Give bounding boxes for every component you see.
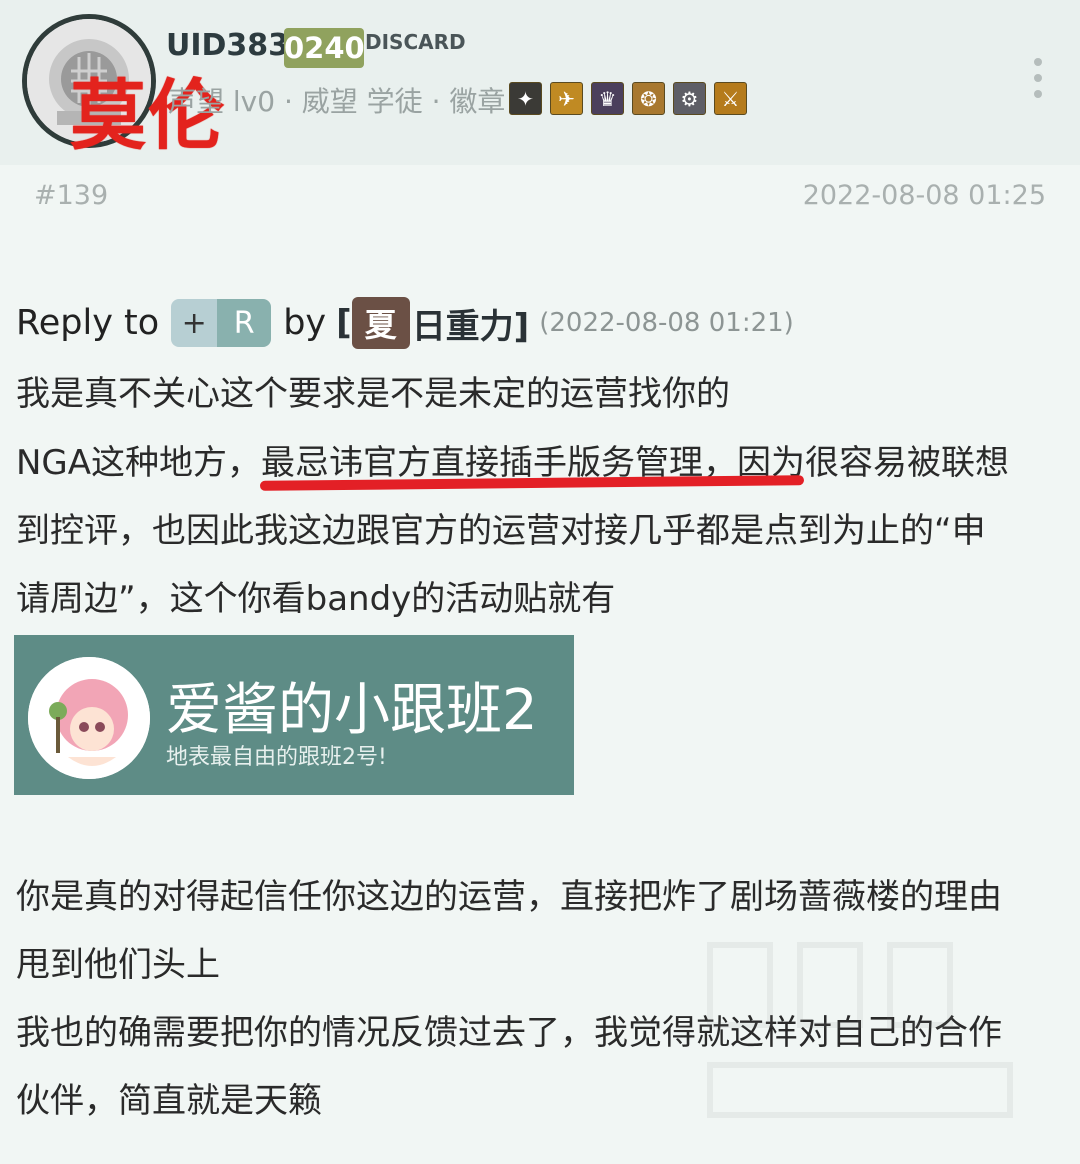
badge-icon-6[interactable]: ⚔ [714,82,747,115]
badge-icon-5[interactable]: ⚙ [673,82,706,115]
body-line-6: 甩到他们头上 [16,945,220,985]
banner-title: 爱酱的小跟班2 [166,678,538,743]
uid-suffix-badge: 0240 [284,28,365,68]
banner-subtitle: 地表最自由的跟班2号! [166,745,387,770]
anime-avatar-image [28,657,150,779]
badge-list: ✦ ✈ ♛ ❂ ⚙ ⚔ [509,82,747,115]
body-line-3: 到控评，也因此我这边跟官方的运营对接几乎都是点到为止的“申 [16,511,986,551]
body-line-1: 我是真不关心这个要求是不是未定的运营找你的 [16,374,730,414]
author-bracket: [ [336,303,352,343]
reply-by-word: by [283,303,327,343]
reply-quote-header: Reply to + R by [ 夏 日重力] (2022-08-08 01:… [16,297,794,349]
body-line-5: 你是真的对得起信任你这边的运营，直接把炸了剧场蔷薇楼的理由 [16,877,1002,917]
user-meta: 声望 lv0 · 威望 学徒 · 徽章 [168,85,506,118]
author-first-char: 夏 [351,297,410,349]
author-name-rest: 日重力] [411,306,530,347]
reply-pill-plus: + [171,299,218,347]
badge-icon-3[interactable]: ♛ [591,82,624,115]
body-line-8: 伙伴，简直就是天籁 [16,1081,322,1121]
badge-icon-4[interactable]: ❂ [632,82,665,115]
reply-author-link[interactable]: [ 夏 日重力] [336,297,529,349]
reply-target-pill[interactable]: + R [171,299,272,347]
user-tag: DISCARD [365,30,466,54]
badge-icon-2[interactable]: ✈ [550,82,583,115]
faint-watermark [707,942,1013,1118]
post-timestamp: 2022-08-08 01:25 [802,180,1046,211]
floor-number: #139 [34,180,109,211]
badge-icon-1[interactable]: ✦ [509,82,542,115]
banner-avatar [28,657,150,779]
more-options-icon[interactable] [1030,58,1046,98]
linked-user-banner[interactable]: 爱酱的小跟班2 地表最自由的跟班2号! [14,635,574,795]
post-header: 莫伦 UID3833 0240 DISCARD 声望 lv0 · 威望 学徒 ·… [0,0,1080,165]
body-line-4: 请周边”，这个你看bandy的活动贴就有 [16,579,616,619]
reply-timestamp: (2022-08-08 01:21) [539,308,794,338]
reply-prefix: Reply to [16,303,160,343]
reply-pill-r: R [217,299,272,347]
